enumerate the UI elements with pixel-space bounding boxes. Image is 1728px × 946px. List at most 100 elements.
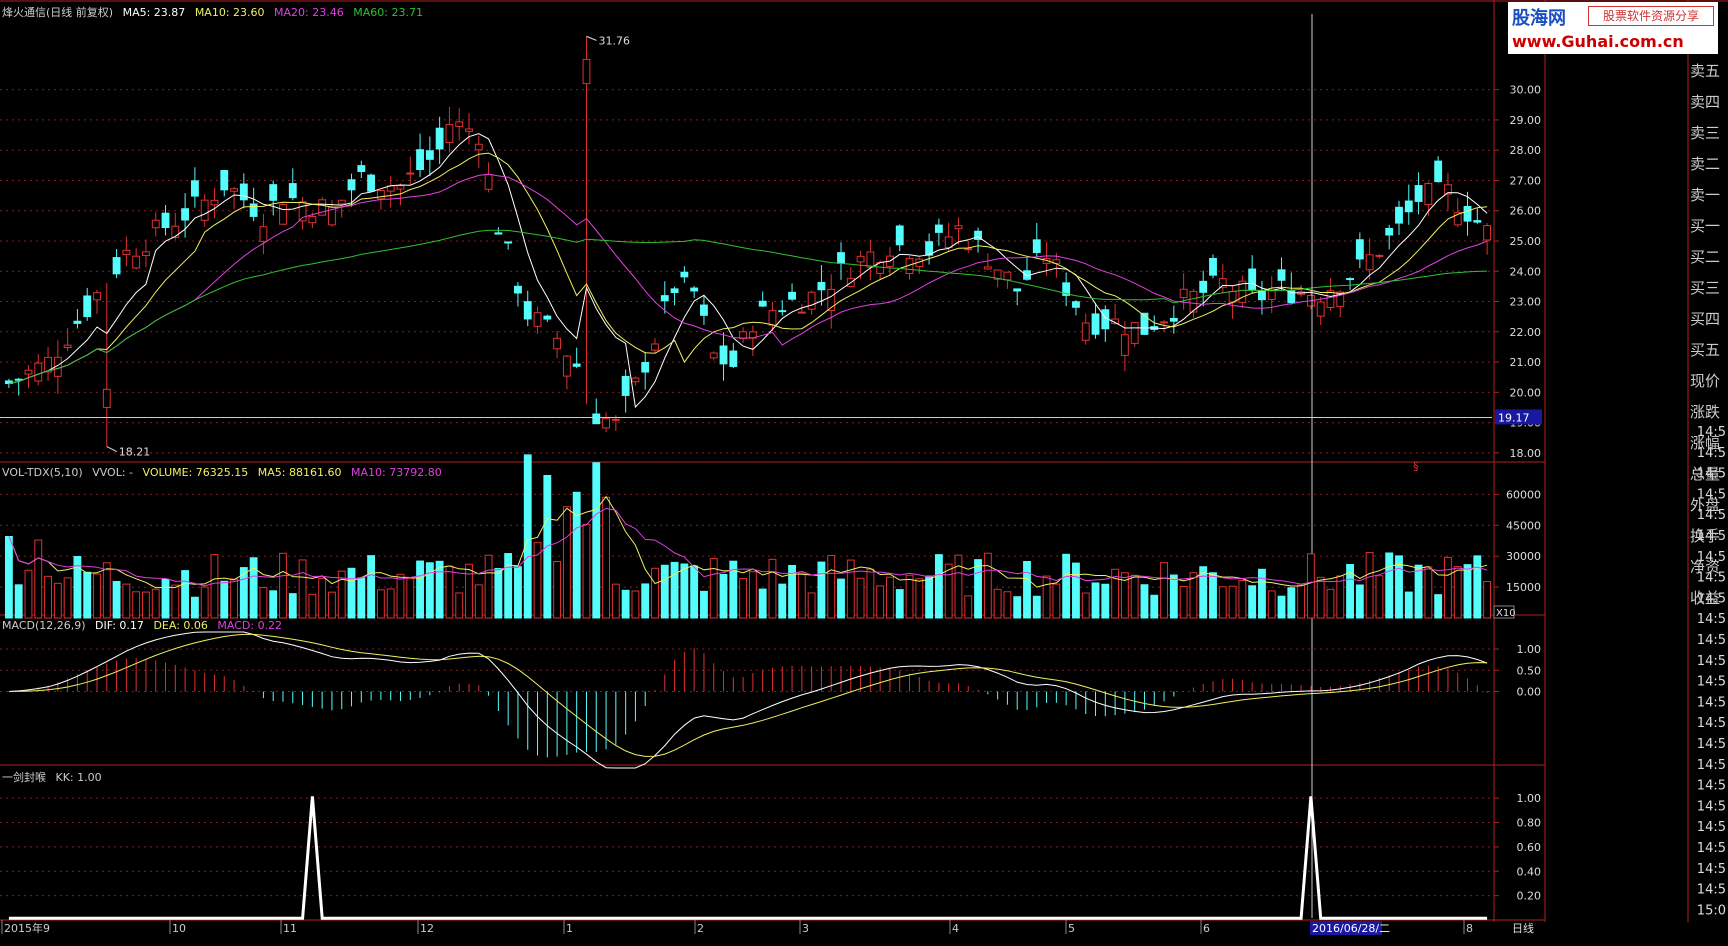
side-panel-item: 净资 bbox=[1690, 558, 1721, 576]
volume-bar bbox=[406, 578, 415, 619]
candle-body bbox=[376, 190, 385, 200]
volume-bar bbox=[122, 583, 131, 619]
volume-bar bbox=[1042, 575, 1051, 619]
candle-body bbox=[514, 285, 522, 294]
candle-body bbox=[288, 183, 297, 199]
volume-bar bbox=[1189, 572, 1198, 619]
high-marker-arrow bbox=[586, 35, 597, 41]
time-label: 14:5 bbox=[1697, 862, 1726, 877]
volume-bar bbox=[504, 553, 513, 619]
volume-bar bbox=[249, 557, 258, 619]
candle-body bbox=[24, 369, 33, 375]
volume-bar bbox=[837, 578, 845, 619]
candle-body bbox=[1424, 183, 1433, 206]
high-marker-label: 31.76 bbox=[598, 34, 630, 47]
volume-bar bbox=[279, 552, 287, 619]
low-marker-arrow bbox=[106, 446, 118, 452]
candle-body bbox=[944, 236, 953, 248]
candle-body bbox=[1414, 185, 1423, 202]
kk-header: 一剑封喉 KK: 1.00 bbox=[2, 769, 108, 785]
side-panel-item: 涨幅 bbox=[1690, 434, 1721, 452]
candle-body bbox=[171, 225, 180, 238]
kk-axis-tick-label: 1.00 bbox=[1517, 792, 1542, 805]
vol-ma10-readout: MA10: 73792.80 bbox=[350, 466, 442, 479]
candle-body bbox=[523, 301, 532, 320]
price-axis-tick-label: 23.00 bbox=[1510, 296, 1542, 309]
volume-bar bbox=[1424, 566, 1433, 619]
volume-bar bbox=[1169, 574, 1178, 619]
dif-readout: DIF: 0.17 bbox=[95, 619, 144, 632]
volume-bar bbox=[758, 588, 767, 619]
volume-bar bbox=[1023, 561, 1031, 619]
volume-bar bbox=[83, 571, 92, 619]
candle-body bbox=[1385, 227, 1394, 236]
candle-body bbox=[1375, 254, 1384, 257]
volume-bar bbox=[1150, 594, 1159, 619]
x-axis-label: 4 bbox=[952, 922, 959, 935]
volume-bar bbox=[1297, 584, 1306, 619]
volume-bar bbox=[171, 584, 180, 619]
volume-bar bbox=[631, 590, 640, 619]
candle-body bbox=[337, 199, 346, 205]
candle-body bbox=[817, 282, 826, 291]
time-label: 14:5 bbox=[1697, 841, 1726, 856]
price-axis-tick-label: 29.00 bbox=[1510, 114, 1542, 127]
volume-bar bbox=[1091, 582, 1100, 619]
volume-bar bbox=[690, 565, 699, 619]
volume-bar bbox=[1385, 552, 1394, 619]
volume-bar bbox=[827, 554, 836, 619]
candle-body bbox=[856, 255, 865, 263]
volume-bar bbox=[181, 570, 190, 619]
candle-body bbox=[797, 311, 806, 314]
volume-bar bbox=[1375, 575, 1384, 619]
price-header: 烽火通信(日线 前复权) MA5: 23.87 MA10: 23.60 MA20… bbox=[2, 4, 429, 20]
volume-bar bbox=[562, 506, 571, 619]
volume-bar bbox=[230, 578, 238, 619]
candle-body bbox=[1316, 301, 1325, 317]
volume-bar bbox=[151, 588, 160, 619]
candle-body bbox=[396, 185, 405, 190]
macd-readout: MACD: 0.22 bbox=[217, 619, 283, 632]
candle-body bbox=[279, 204, 287, 225]
candle-body bbox=[543, 315, 552, 320]
side-panel-item: 换手 bbox=[1690, 527, 1721, 545]
candle-body bbox=[1404, 200, 1413, 213]
candle-body bbox=[1463, 205, 1472, 222]
candle-body bbox=[1179, 288, 1188, 299]
volume-bar bbox=[102, 562, 111, 619]
volume-bar bbox=[484, 554, 493, 619]
candle-body bbox=[347, 179, 356, 191]
price-axis-tick-label: 30.00 bbox=[1510, 84, 1542, 97]
volume-bar bbox=[680, 563, 689, 619]
kk-readout: KK: 1.00 bbox=[55, 771, 102, 784]
volume-bar bbox=[709, 558, 718, 619]
ma5-readout: MA5: 23.87 bbox=[122, 6, 186, 19]
candle-body bbox=[553, 337, 562, 350]
x-axis-label: 8 bbox=[1466, 922, 1473, 935]
volume-bar bbox=[572, 491, 581, 619]
candle-body bbox=[200, 199, 209, 221]
candle-body bbox=[768, 310, 777, 326]
volume-bar bbox=[1062, 553, 1071, 619]
x-axis-label: 10 bbox=[172, 922, 186, 935]
ma60-line bbox=[8, 229, 1488, 384]
volume-bar bbox=[14, 584, 23, 619]
volume-bar bbox=[944, 563, 953, 619]
candle-body bbox=[1081, 322, 1090, 341]
volume-bar bbox=[1473, 555, 1482, 619]
volume-bar bbox=[895, 589, 904, 619]
time-label: 14:5 bbox=[1697, 758, 1726, 773]
volume-bar bbox=[161, 578, 170, 619]
volume-bar bbox=[465, 563, 473, 619]
candle-body bbox=[788, 291, 796, 300]
candle-body bbox=[435, 127, 444, 150]
candle-body bbox=[1365, 254, 1374, 271]
x-axis-label: 3 bbox=[802, 922, 809, 935]
volume-bar bbox=[856, 577, 865, 619]
candle-body bbox=[465, 128, 473, 132]
volume-bar bbox=[1258, 568, 1266, 619]
volume-axis-tick-label: 30000 bbox=[1506, 550, 1541, 563]
side-panel-item: 涨跌 bbox=[1690, 403, 1721, 421]
candle-body bbox=[425, 150, 434, 160]
volume-bar bbox=[1287, 587, 1296, 619]
